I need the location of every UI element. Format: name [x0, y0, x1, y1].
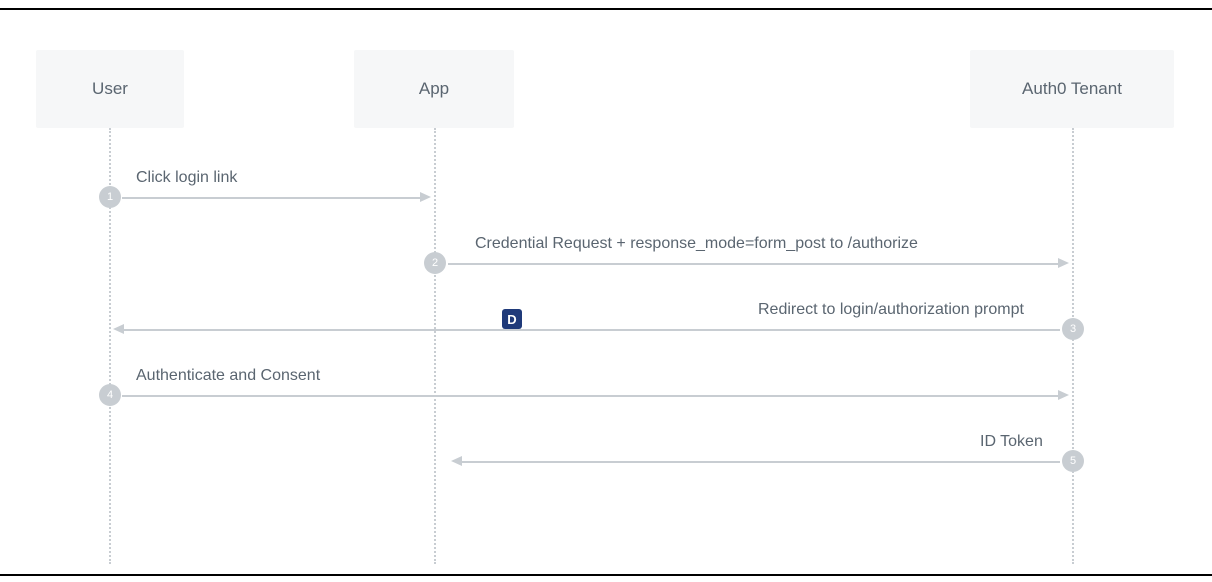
arrow-head-3 [113, 324, 124, 334]
participant-user: User [36, 50, 184, 128]
participant-app: App [354, 50, 514, 128]
step-badge-2: 2 [424, 252, 446, 274]
step-badge-1: 1 [99, 186, 121, 208]
arrow-head-5 [451, 456, 462, 466]
arrow-3 [124, 329, 1060, 331]
msg-label-4: Authenticate and Consent [136, 367, 320, 385]
msg-label-5: ID Token [980, 433, 1043, 451]
arrow-4 [122, 395, 1058, 397]
arrow-2 [448, 263, 1058, 265]
arrow-head-4 [1058, 390, 1069, 400]
msg-label-1: Click login link [136, 169, 237, 187]
arrow-1 [122, 197, 420, 199]
participant-tenant: Auth0 Tenant [970, 50, 1174, 128]
step-badge-3: 3 [1062, 318, 1084, 340]
step-badge-4: 4 [99, 384, 121, 406]
lifeline-tenant [1072, 128, 1074, 564]
step-badge-5: 5 [1062, 450, 1084, 472]
msg-label-3: Redirect to login/authorization prompt [758, 301, 1024, 319]
lifeline-app [434, 128, 436, 564]
disqus-icon: D [502, 309, 522, 329]
arrow-head-1 [420, 192, 431, 202]
msg-label-2: Credential Request + response_mode=form_… [475, 235, 918, 253]
arrow-head-2 [1058, 258, 1069, 268]
arrow-5 [462, 461, 1060, 463]
